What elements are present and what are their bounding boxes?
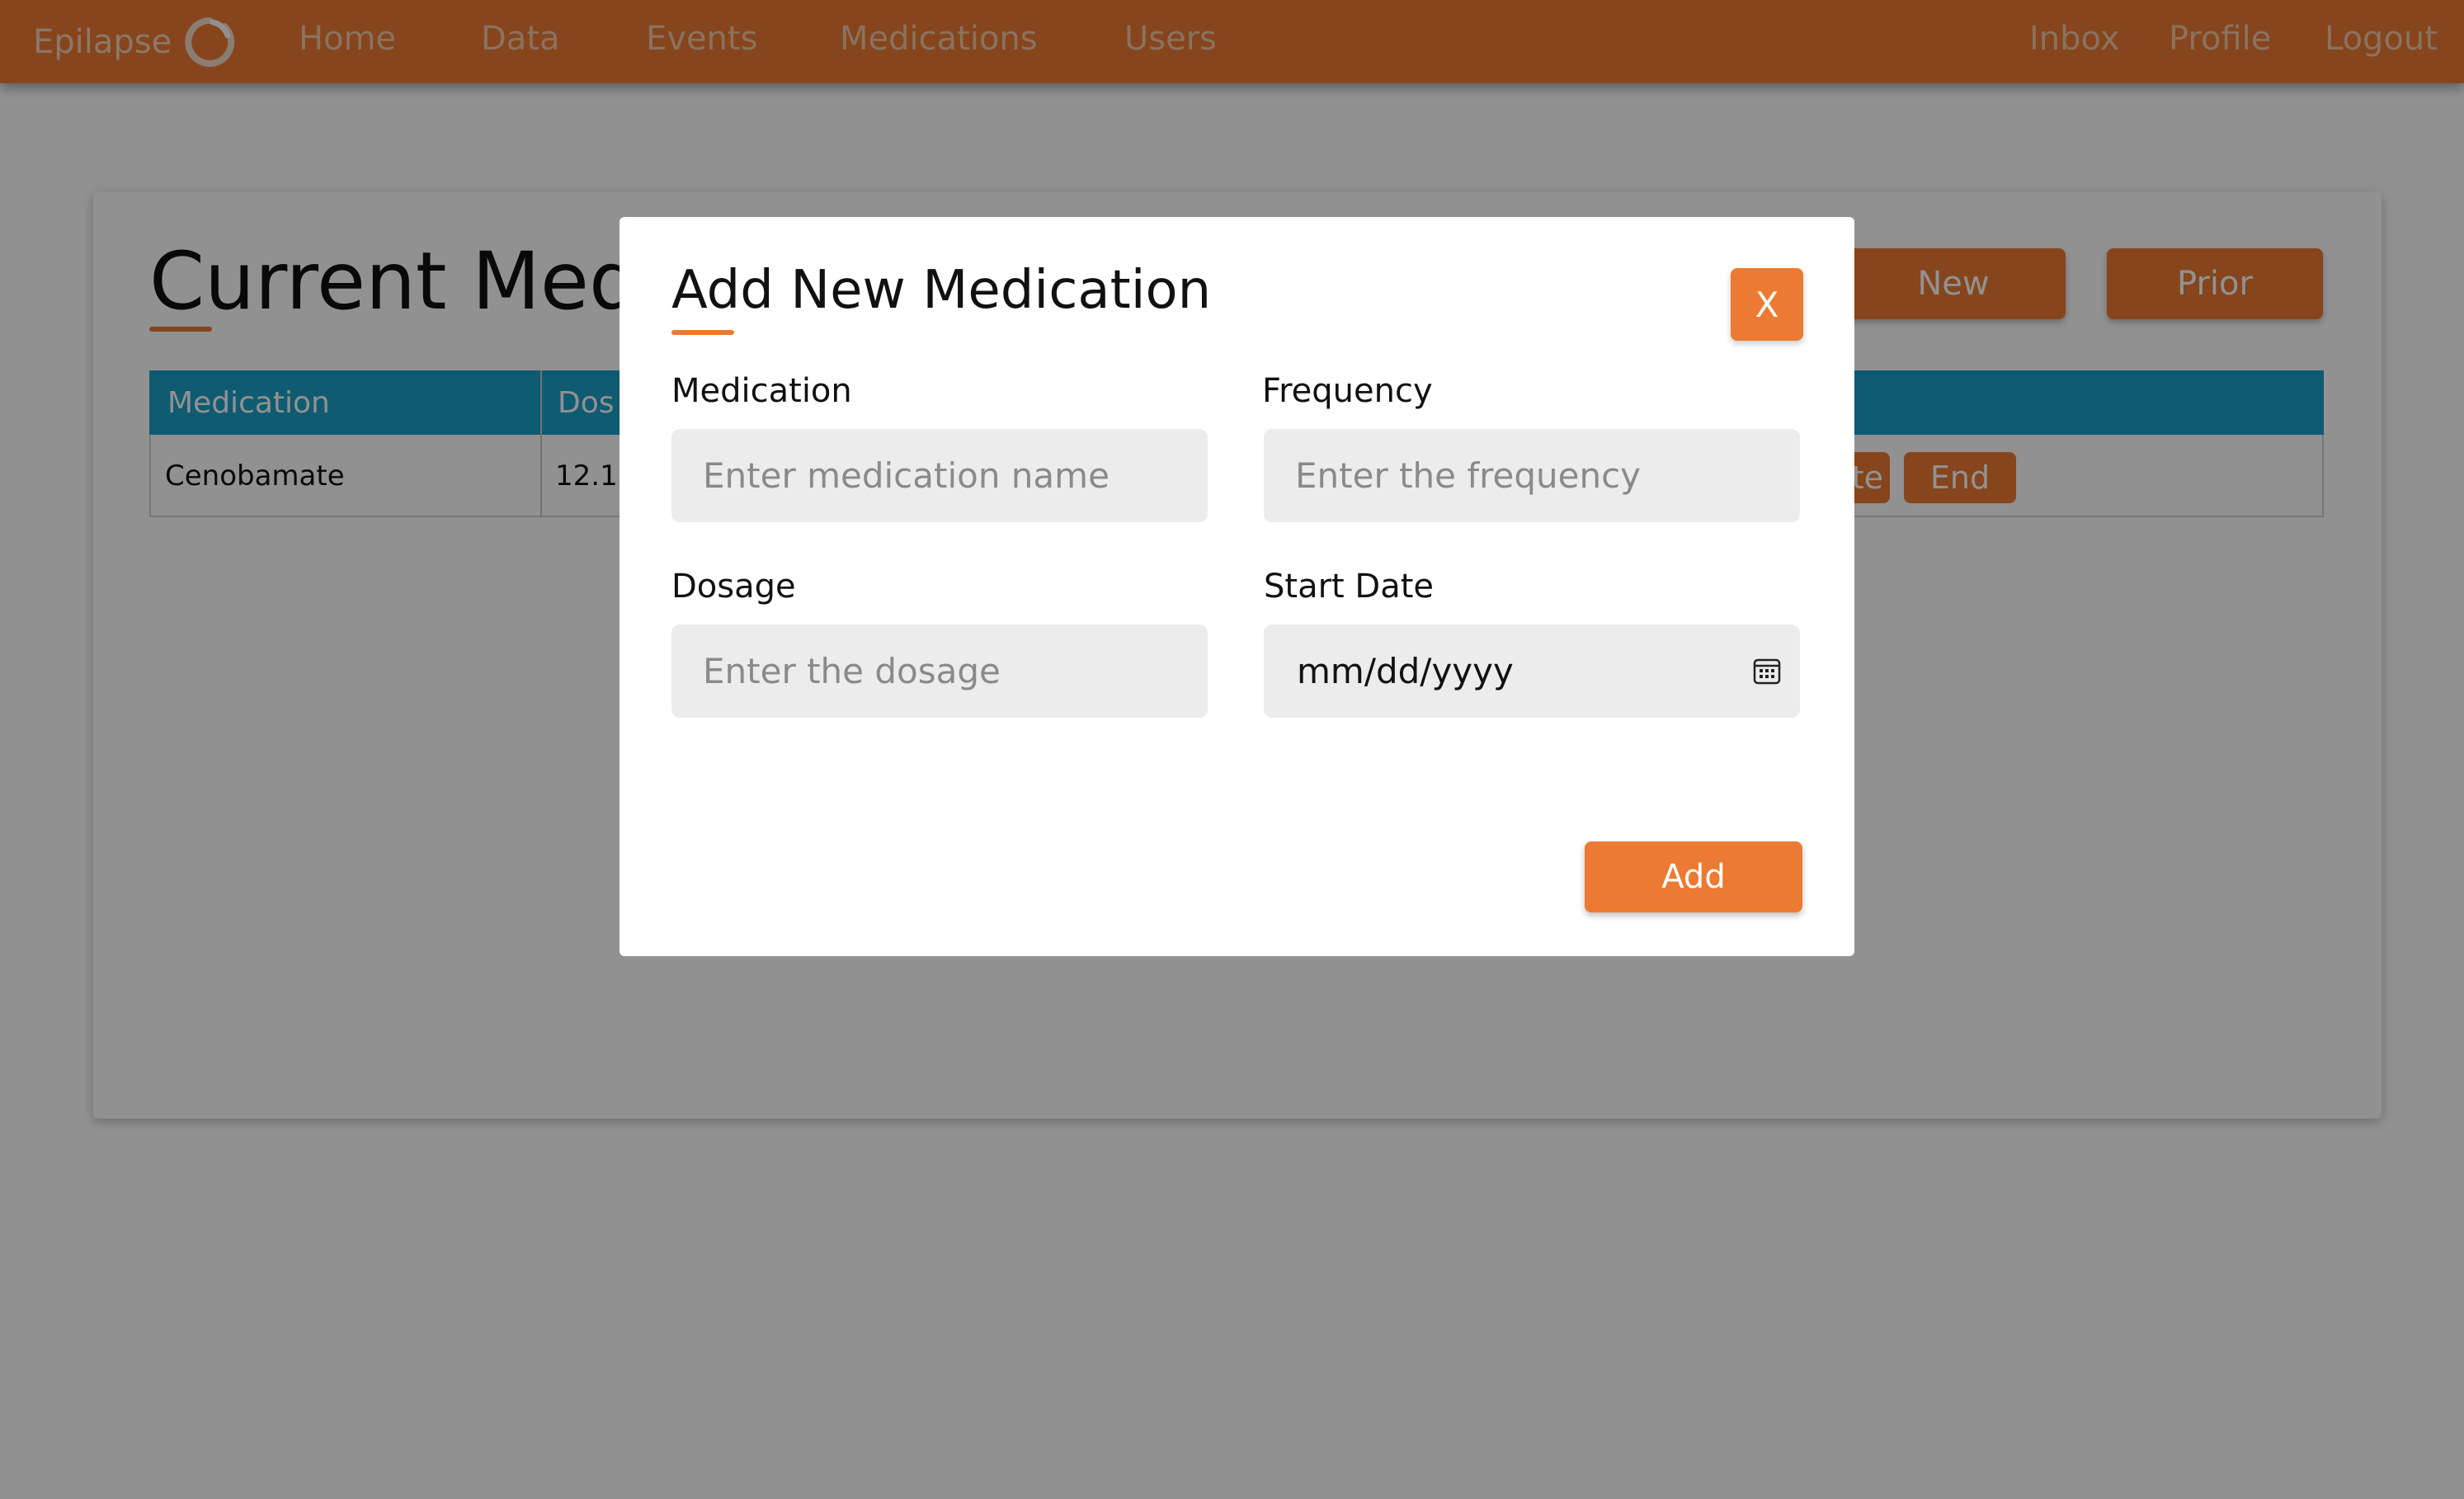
medication-label: Medication (671, 372, 852, 410)
dosage-label: Dosage (671, 568, 796, 606)
add-medication-submit-button[interactable]: Add (1585, 841, 1802, 912)
modal-title: Add New Medication (671, 260, 1212, 321)
dosage-input[interactable] (671, 625, 1208, 718)
close-modal-button[interactable]: X (1731, 268, 1803, 341)
frequency-input[interactable] (1264, 429, 1800, 522)
medication-name-input[interactable] (671, 429, 1208, 522)
start-date-label: Start Date (1264, 568, 1435, 606)
frequency-label: Frequency (1262, 372, 1433, 410)
modal-title-underline (671, 330, 734, 335)
start-date-input[interactable]: mm/dd/yyyy (1264, 625, 1800, 718)
add-medication-modal: Add New Medication X Medication Frequenc… (620, 217, 1854, 956)
start-date-value: mm/dd/yyyy (1297, 651, 1514, 691)
calendar-icon[interactable] (1752, 656, 1782, 686)
